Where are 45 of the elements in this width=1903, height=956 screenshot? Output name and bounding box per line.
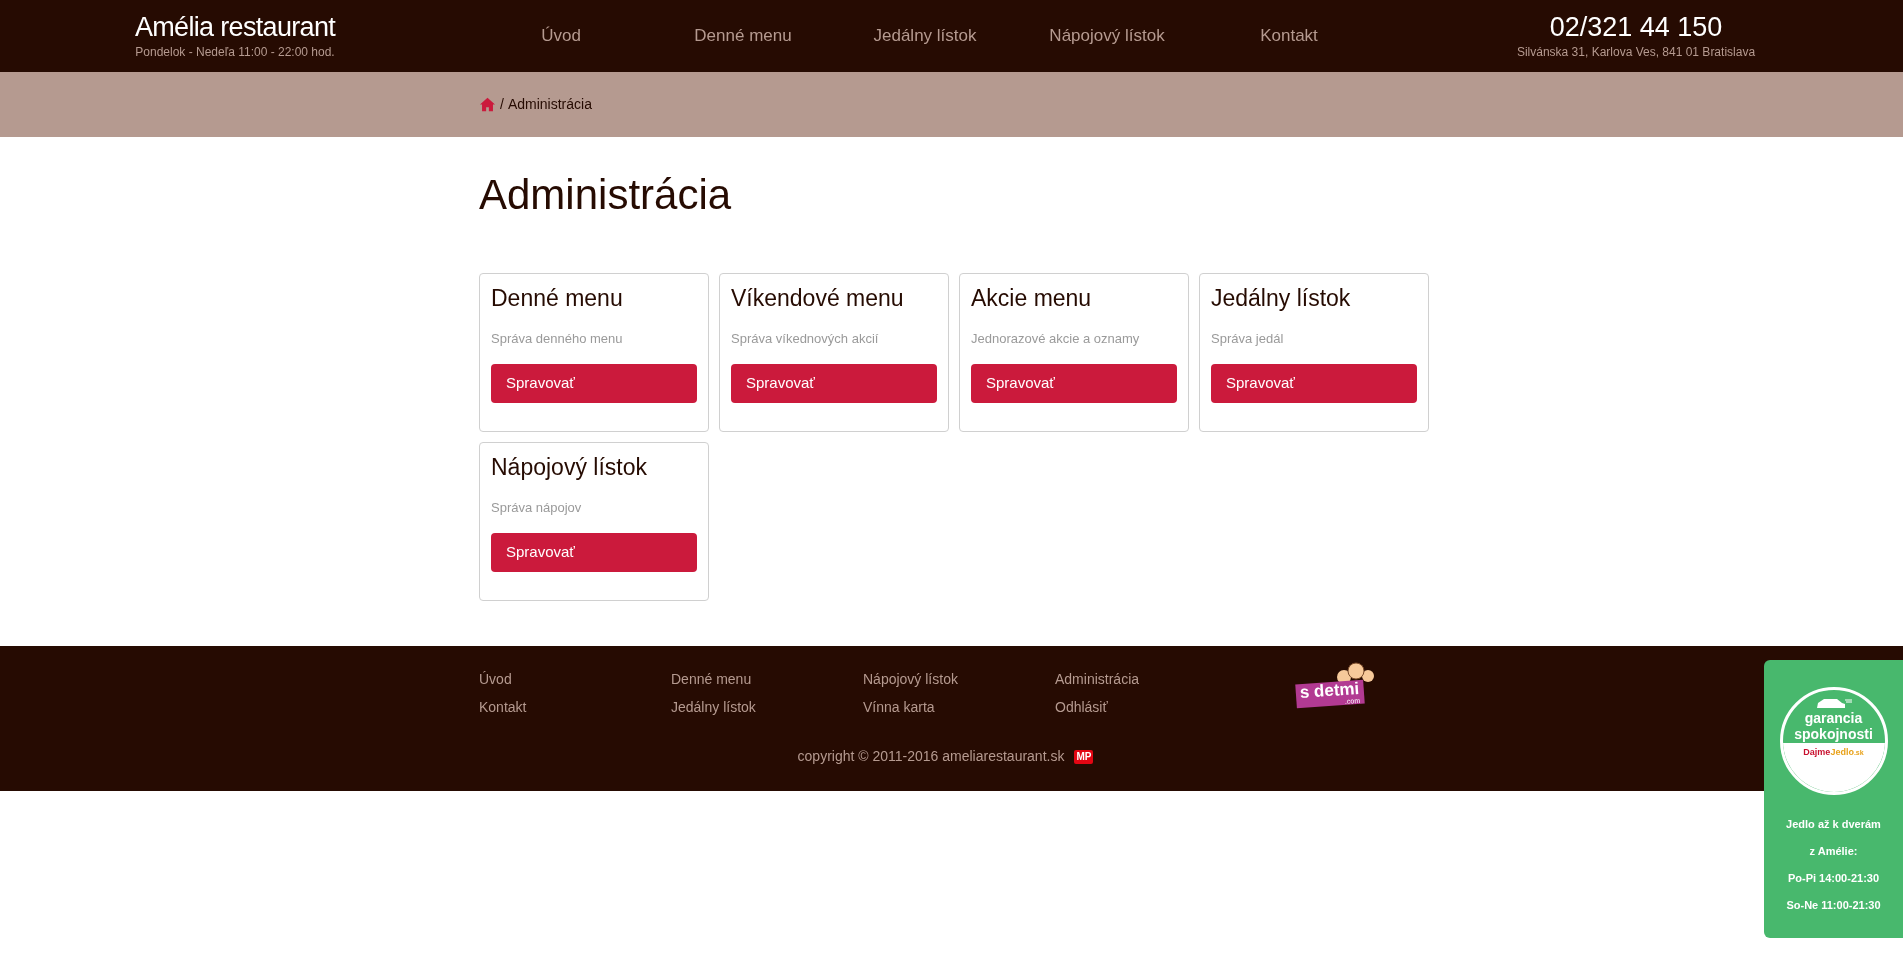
card-description: Správa nápojov [491,499,583,517]
footer-link[interactable]: Administrácia [1055,670,1247,689]
badge-text: spokojnosti [1794,726,1873,743]
manage-button[interactable]: Spravovať [1211,364,1417,403]
footer-link[interactable]: Nápojový lístok [863,670,1055,689]
phone-number: 02/321 44 150 [1549,11,1723,43]
car-icon [1814,697,1853,711]
card-title: Víkendové menu [731,284,905,312]
manage-button[interactable]: Spravovať [491,364,697,403]
manage-button[interactable]: Spravovať [491,533,697,572]
card-title: Denné menu [491,284,624,312]
card-title: Jedálny lístok [1211,284,1352,312]
footer-link[interactable]: Odhlásiť [1055,698,1247,717]
nav-link[interactable]: Denné menu [652,23,834,49]
footer-link[interactable]: Denné menu [671,670,863,689]
maker-badge[interactable]: MP [1074,749,1094,764]
opening-hours: Pondelok - Nedeľa 11:00 - 22:00 hod. [135,44,335,61]
manage-button[interactable]: Spravovať [731,364,937,403]
home-icon[interactable] [479,97,496,112]
card-description: Správa víkednových akcií [731,330,880,348]
card-description: Jednorazové akcie a oznamy [971,330,1141,348]
brand-link[interactable]: Amélia restaurant [134,11,336,43]
delivery-hours-text: z Amélie: [1809,844,1858,859]
nav-link[interactable]: Kontakt [1198,23,1380,49]
address: Silvánska 31, Karlova Ves, 841 01 Bratislava [1516,44,1756,61]
manage-button[interactable]: Spravovať [971,364,1177,403]
footer-link[interactable]: Úvod [479,670,671,689]
badge-text: garancia [1804,711,1863,726]
delivery-hours-text: Po-Pi 14:00-21:30 [1787,871,1880,886]
copyright-text: copyright © 2011-2016 ameliarestaurant.sk [797,747,1065,766]
nav-link[interactable]: Nápojový lístok [1016,23,1198,49]
breadcrumb-separator: / [500,95,504,114]
delivery-hours-text: So-Ne 11:00-21:30 [1786,898,1881,913]
card-title: Akcie menu [971,284,1093,312]
card-description: Správa denného menu [491,330,624,348]
footer-link[interactable]: Jedálny lístok [671,698,863,717]
card-description: Správa jedál [1211,330,1285,348]
page-title: Administrácia [479,170,733,220]
breadcrumb-current: Administrácia [507,95,592,114]
footer-link[interactable]: Vínna karta [863,698,1055,717]
footer-link[interactable]: Kontakt [479,698,671,717]
card-title: Nápojový lístok [491,453,648,481]
nav-link[interactable]: Úvod [470,23,652,49]
nav-link[interactable]: Jedálny lístok [834,23,1016,49]
delivery-hours-text: Jedlo až k dverám [1786,817,1881,832]
